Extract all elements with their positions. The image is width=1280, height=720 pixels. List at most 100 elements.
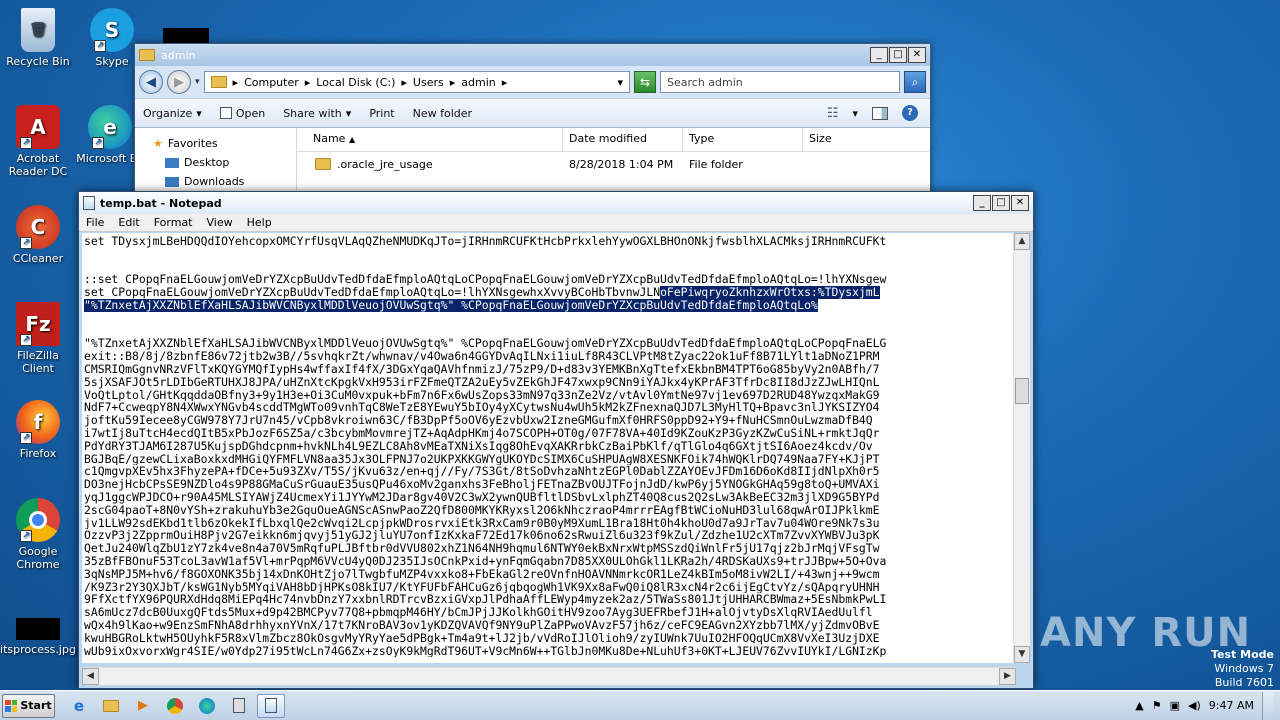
line-text: DO3nejHcbCPsSE9NZDlo4s9P88GMaCuSrGuauE35… xyxy=(84,478,880,491)
notepad-icon[interactable] xyxy=(257,693,285,718)
line-text: 9FfXctfYX96PQURXdHdq8MiEPq4Hc74nvbDnzY7x… xyxy=(84,593,887,607)
media-player-icon[interactable]: ▶ xyxy=(129,694,157,718)
file-explorer-icon[interactable] xyxy=(97,694,125,718)
share-with-button[interactable]: Share with ▾ xyxy=(283,107,351,120)
action-center-icon[interactable]: ⚑ xyxy=(1152,699,1162,712)
column-size[interactable]: Size xyxy=(803,128,923,151)
close-button[interactable]: ✕ xyxy=(908,47,926,63)
file-name: .oracle_jre_usage xyxy=(337,157,433,171)
help-icon[interactable]: ? xyxy=(902,105,918,121)
internet-explorer-icon[interactable]: e xyxy=(65,694,93,718)
notepad-titlebar[interactable]: temp.bat - Notepad _ □ ✕ xyxy=(79,192,1033,214)
organize-label: Organize xyxy=(143,106,193,120)
line-text: kwuHBGRoLktwH5OUyhkF5R8xVlmZbcz8OkOsgvMy… xyxy=(84,631,880,645)
column-type[interactable]: Type xyxy=(683,128,803,151)
skype-icon: S ↗ xyxy=(90,8,134,52)
organize-button[interactable]: Organize ▾ xyxy=(143,107,202,120)
address-bar[interactable]: ▸ Computer ▸ Local Disk (C:) ▸ Users ▸ a… xyxy=(203,71,630,93)
editor-line: set CPopqFnaELGouwjomVeDrYZXcpBuUdvTedDf… xyxy=(84,286,1014,299)
search-input[interactable]: Search admin xyxy=(660,71,900,93)
editor-line: 5sjXSAFJOt5rLDIbGeRTUHXJ8JPA/uHZnXtcKpgk… xyxy=(84,376,1014,389)
show-hidden-icons-icon[interactable]: ▲ xyxy=(1135,699,1143,712)
maximize-button[interactable]: □ xyxy=(992,195,1010,211)
line-text: joftKu59Iecee8yCGW978Y7JrU7n45/vCpb8vkro… xyxy=(84,414,873,427)
explorer-window[interactable]: admin _ □ ✕ ◀ ▶ ▾ ▸ Computer ▸ Local Dis… xyxy=(134,43,931,213)
clock[interactable]: 9:47 AM xyxy=(1209,699,1254,712)
menu-help[interactable]: Help xyxy=(247,216,272,229)
search-button[interactable]: ⌕ xyxy=(904,71,926,93)
new-folder-button[interactable]: New folder xyxy=(413,107,472,120)
recent-dropdown-icon[interactable]: ▾ xyxy=(195,77,200,87)
line-text: exit::B8/8j/8zbnfE86v72jtb2w3B//5svhqkrZ… xyxy=(84,350,880,363)
folder-icon xyxy=(139,49,155,61)
nav-downloads[interactable]: Downloads xyxy=(153,172,296,191)
chevron-down-icon[interactable]: ▾ xyxy=(852,107,858,120)
preview-pane-icon[interactable] xyxy=(872,106,888,120)
refresh-button[interactable]: ⇆ xyxy=(634,71,656,93)
image-file[interactable]: itsprocess.jpg xyxy=(0,618,76,656)
address-dropdown-icon[interactable]: ▾ xyxy=(617,76,629,89)
volume-icon[interactable]: ◀) xyxy=(1188,699,1201,712)
breadcrumb-item[interactable]: Local Disk (C:) xyxy=(316,76,395,89)
calculator-icon[interactable] xyxy=(225,694,253,718)
back-button[interactable]: ◀ xyxy=(139,70,163,94)
text-editor[interactable]: set TDysxjmLBeHDQQdIOYehcopxOMCYrfUsqVLA… xyxy=(82,233,1016,663)
navigation-pane: ★ Favorites Desktop Downloads xyxy=(135,128,297,191)
nav-desktop[interactable]: Desktop xyxy=(153,153,296,172)
edge-icon[interactable] xyxy=(193,694,221,718)
nav-label: Desktop xyxy=(184,156,230,169)
show-desktop-button[interactable] xyxy=(1262,691,1274,720)
explorer-titlebar[interactable]: admin _ □ ✕ xyxy=(135,44,930,66)
breadcrumb-separator: ▸ xyxy=(304,75,311,89)
recycle-bin[interactable]: 🗑 Recycle Bin xyxy=(0,8,76,68)
start-button[interactable]: Start xyxy=(2,693,55,718)
breadcrumb-item[interactable]: admin xyxy=(461,76,495,89)
breadcrumb-item[interactable]: Users xyxy=(413,76,444,89)
forward-button[interactable]: ▶ xyxy=(167,70,191,94)
editor-line: PdYdRY3TJAM6I287U5KujspDGhdcpnm+hvkNLh4L… xyxy=(84,440,1014,453)
network-icon[interactable]: ▣ xyxy=(1170,699,1180,712)
open-button[interactable]: Open xyxy=(219,107,265,120)
scroll-up-icon[interactable]: ▲ xyxy=(1014,233,1030,250)
minimize-button[interactable]: _ xyxy=(973,195,991,211)
column-date-modified[interactable]: Date modified xyxy=(563,128,683,151)
editor-line: 2scG04paoT+8N0vYSh+zrakuhuYb3e2GquOueAGN… xyxy=(84,504,1014,517)
firefox-icon: f ↗ xyxy=(16,400,60,444)
menu-format[interactable]: Format xyxy=(154,216,193,229)
view-options-icon[interactable]: ☷ xyxy=(827,106,839,121)
scroll-thumb[interactable] xyxy=(1015,378,1029,404)
print-button[interactable]: Print xyxy=(369,107,394,120)
minimize-button[interactable]: _ xyxy=(870,47,888,63)
breadcrumb-item[interactable]: Computer xyxy=(244,76,299,89)
vertical-scrollbar[interactable]: ▲ ▼ xyxy=(1013,233,1030,663)
google-chrome[interactable]: ↗ Google Chrome xyxy=(0,498,76,571)
scroll-down-icon[interactable]: ▼ xyxy=(1014,646,1030,663)
file-row[interactable]: .oracle_jre_usage 8/28/2018 1:04 PM File… xyxy=(297,152,930,176)
acrobat-reader[interactable]: A ↗ Acrobat Reader DC xyxy=(0,105,76,178)
column-name[interactable]: Name ▲ xyxy=(297,128,563,151)
firefox[interactable]: f ↗ Firefox xyxy=(0,400,76,460)
menu-file[interactable]: File xyxy=(86,216,104,229)
notepad-window[interactable]: temp.bat - Notepad _ □ ✕ File Edit Forma… xyxy=(78,191,1034,689)
scroll-right-icon[interactable]: ▶ xyxy=(999,668,1016,685)
ccleaner[interactable]: C ↗ CCleaner xyxy=(0,205,76,265)
scroll-left-icon[interactable]: ◀ xyxy=(82,668,99,685)
maximize-button[interactable]: □ xyxy=(889,47,907,63)
forward-arrow-icon: ▶ xyxy=(174,74,184,90)
line-text: OzzvP3j2ZpprmOuiH8Pjv2G7eikkn6mjqvyj51yG… xyxy=(84,529,880,543)
line-text: c1QmgvpXEv5hx3FhyzePA+fDCe+5u93ZXv/T5S/j… xyxy=(84,465,880,479)
filezilla[interactable]: Fz ↗ FileZilla Client xyxy=(0,302,76,375)
line-text: set TDysxjmLBeHDQQdIOYehcopxOMCYrfUsqVLA… xyxy=(84,235,887,248)
close-button[interactable]: ✕ xyxy=(1011,195,1029,211)
ccleaner-icon: C ↗ xyxy=(16,205,60,249)
editor-line: wQx4h9lKao+w9EnzSmFNhA8drhhyxnYVnX/17t7K… xyxy=(84,619,1014,632)
nav-favorites[interactable]: ★ Favorites xyxy=(153,134,296,153)
desktop-icon-label: FileZilla Client xyxy=(17,349,59,375)
selected-text: oFePiwqryoZknhzxWrOtxs:%TDysxjmL xyxy=(660,286,880,299)
chrome-icon[interactable] xyxy=(161,694,189,718)
menu-view[interactable]: View xyxy=(207,216,233,229)
menu-edit[interactable]: Edit xyxy=(118,216,139,229)
horizontal-scrollbar[interactable]: ◀ ▶ xyxy=(82,667,1016,685)
